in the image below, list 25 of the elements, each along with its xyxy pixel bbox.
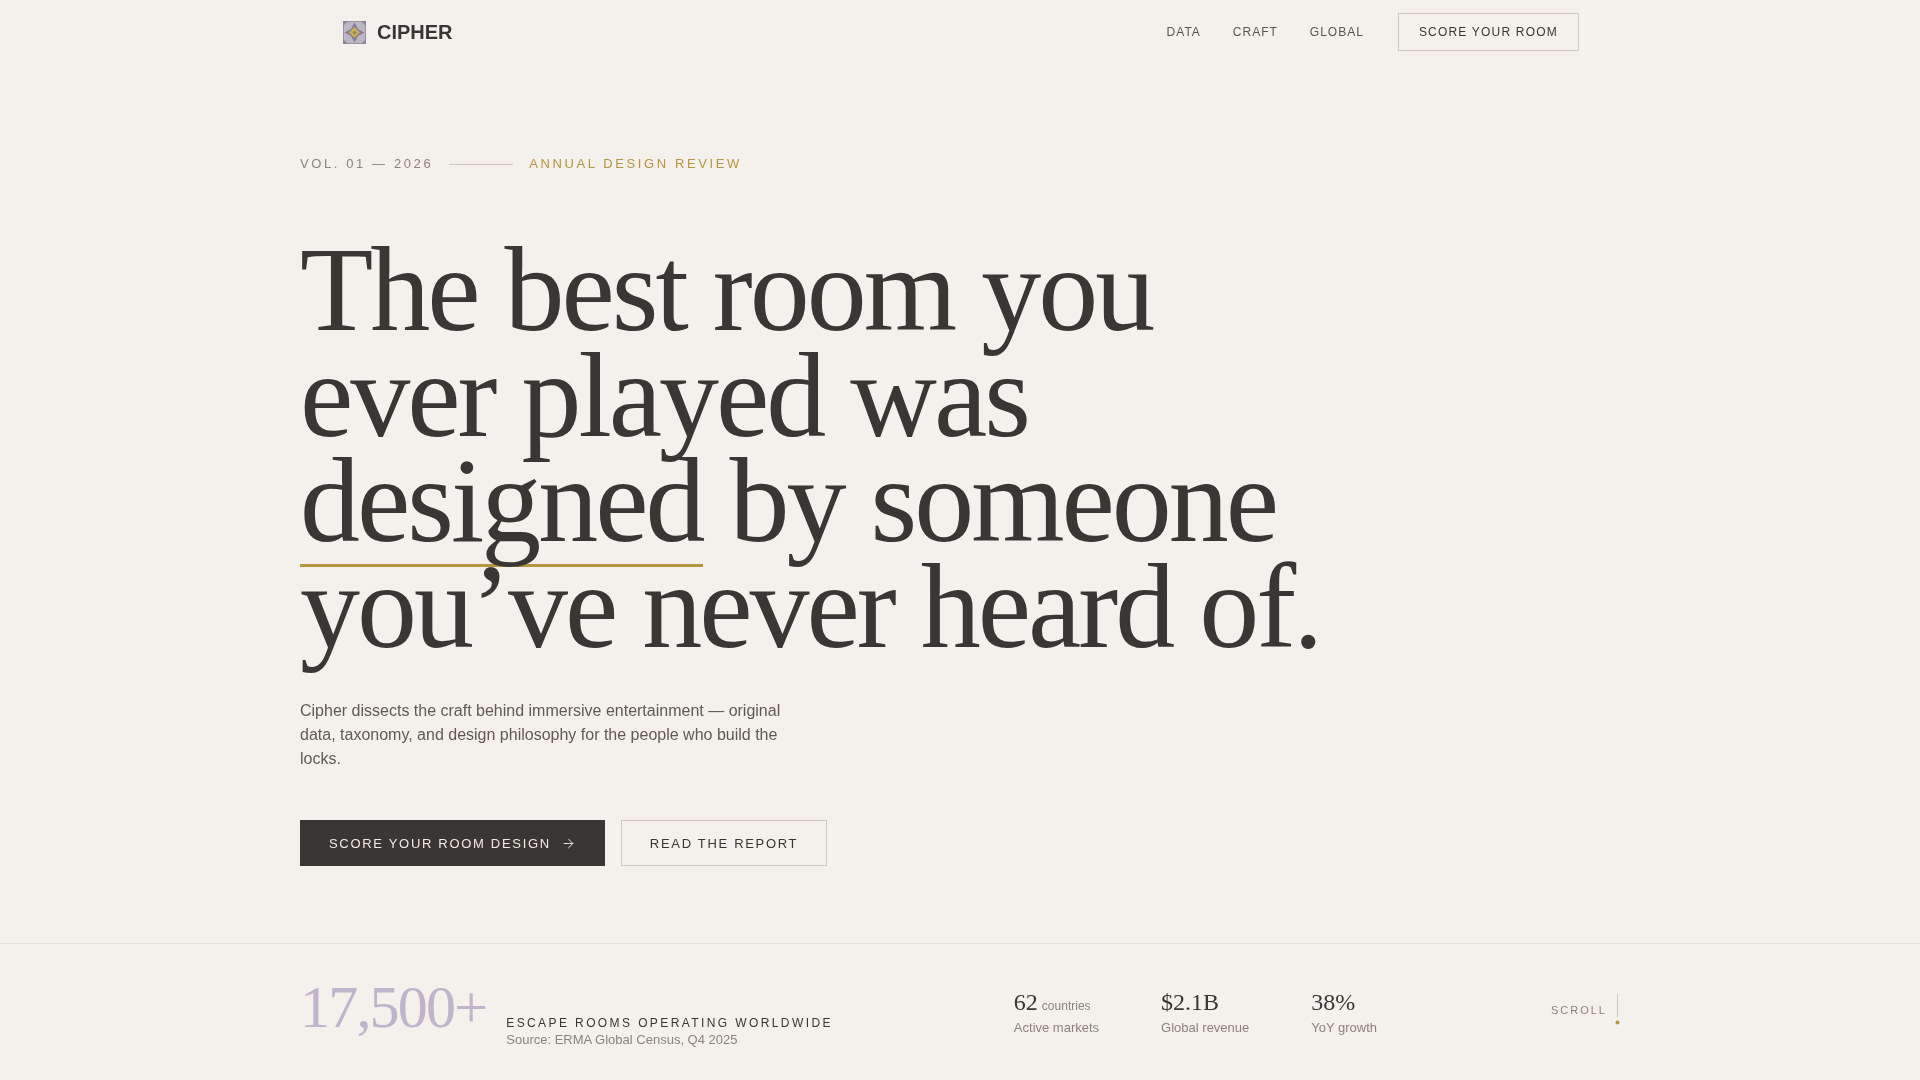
headline: The best room you ever played was designed by someone you’ve never heard of. (300, 237, 1322, 675)
brand-name: CIPHER (377, 20, 453, 44)
stat-unit: countries (1041, 999, 1091, 1014)
stat-label: Active markets (1013, 1019, 1100, 1038)
stat-caption: ESCAPE ROOMS OPERATING WORLDWIDE (506, 1015, 833, 1032)
section-label: ANNUAL DESIGN REVIEW (529, 156, 742, 172)
stat-value: $2.1B (1161, 988, 1220, 1018)
headline-stat-value: 17,500+ (300, 977, 487, 1038)
scroll-indicator-icon (1615, 994, 1620, 1026)
stat-value: 38% (1311, 988, 1356, 1018)
primary-button[interactable]: SCORE YOUR ROOM DESIGN (300, 820, 605, 867)
issue-label: VOL. 01 — 2026 (300, 156, 434, 172)
cta-button[interactable]: SCORE YOUR ROOM (1397, 13, 1579, 51)
intro-paragraph: Cipher dissects the craft behind immersive entertainment — original data, taxonomy, and design philosophy for the people who build the locks. (300, 701, 782, 770)
stat-value: 62 (1013, 988, 1038, 1018)
nav-link[interactable]: DATA (1166, 24, 1201, 40)
arrow-right-icon (560, 835, 576, 851)
secondary-button[interactable]: READ THE REPORT (620, 820, 828, 867)
source-note: Source: ERMA Global Census, Q4 2025 (506, 1031, 739, 1050)
logo-icon (343, 20, 366, 44)
nav-link[interactable]: CRAFT (1232, 24, 1278, 40)
stat-label: Global revenue (1161, 1019, 1250, 1038)
scroll-label: SCROLL (1550, 1002, 1607, 1017)
nav-link[interactable]: GLOBAL (1309, 24, 1364, 40)
stat-label: YoY growth (1311, 1019, 1378, 1038)
